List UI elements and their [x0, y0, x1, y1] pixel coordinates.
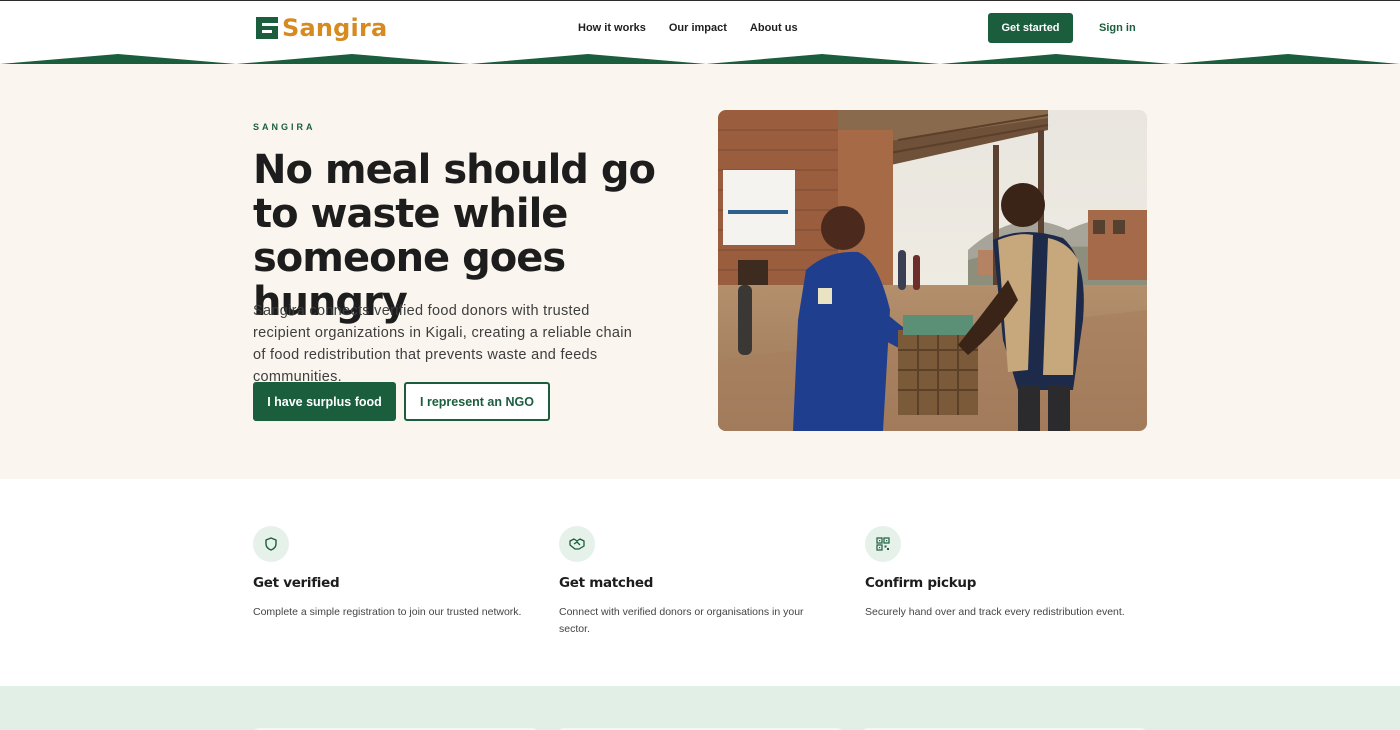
feature-title: Get verified [253, 575, 340, 591]
hero-photo [718, 110, 1147, 431]
feature-confirm-pickup: Confirm pickup Securely hand over and tr… [865, 526, 1155, 621]
ngo-button[interactable]: I represent an NGO [404, 382, 550, 421]
nav-link-about-us[interactable]: About us [750, 22, 798, 34]
stats-band-section [0, 686, 1400, 730]
feature-description: Connect with verified donors or organisa… [559, 606, 804, 635]
get-started-button[interactable]: Get started [988, 13, 1073, 43]
qr-code-icon [876, 537, 890, 551]
feature-description: Securely hand over and track every redis… [865, 606, 1125, 618]
hero-subtext: Sangira connects verified food donors wi… [253, 303, 633, 385]
feature-get-verified: Get verified Complete a simple registrat… [253, 526, 543, 621]
hero-eyebrow: SANGIRA [253, 122, 316, 132]
feature-get-matched: Get matched Connect with verified donors… [559, 526, 829, 638]
primary-nav: How it works Our impact About us [578, 22, 798, 34]
top-navbar: Sangira How it works Our impact About us… [0, 0, 1400, 65]
brand-logo[interactable]: Sangira [255, 14, 387, 42]
food-handover-photo-icon [718, 110, 1147, 431]
hero-section: SANGIRA No meal should go to waste while… [0, 64, 1400, 479]
features-section: Get verified Complete a simple registrat… [0, 479, 1400, 686]
hero-headline: No meal should go to waste while someone… [253, 147, 656, 325]
sign-in-link[interactable]: Sign in [1099, 22, 1136, 34]
feature-title: Get matched [559, 575, 654, 591]
shield-icon-badge [253, 526, 289, 562]
feature-title: Confirm pickup [865, 575, 977, 591]
handshake-icon-badge [559, 526, 595, 562]
surplus-food-button[interactable]: I have surplus food [253, 382, 396, 421]
feature-description: Complete a simple registration to join o… [253, 606, 522, 618]
handshake-icon [569, 538, 585, 550]
nav-link-how-it-works[interactable]: How it works [578, 22, 646, 34]
shield-icon [265, 537, 277, 551]
brand-name: Sangira [282, 14, 388, 42]
qr-code-icon-badge [865, 526, 901, 562]
logo-mark-icon [256, 17, 278, 39]
nav-link-our-impact[interactable]: Our impact [669, 22, 727, 34]
